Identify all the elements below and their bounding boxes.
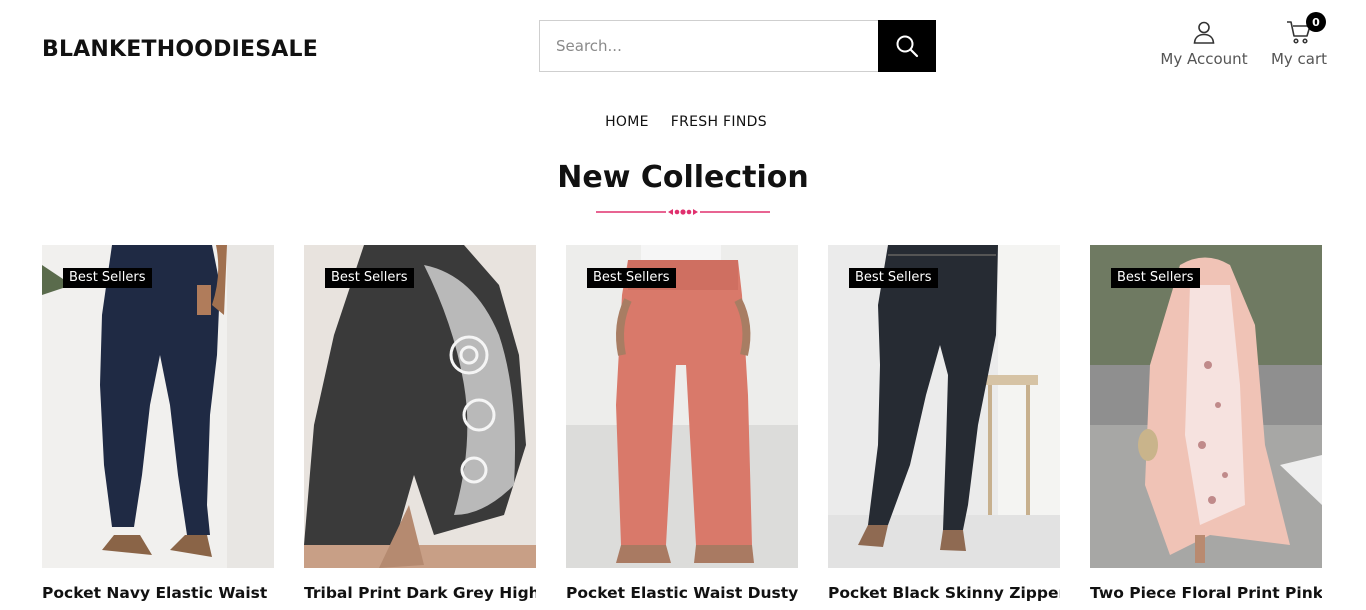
pink-pants-image bbox=[566, 245, 798, 568]
product-title[interactable]: Pocket Black Skinny Zipper Fly bbox=[828, 584, 1060, 602]
product-title[interactable]: Pocket Navy Elastic Waist High bbox=[42, 584, 274, 602]
best-sellers-badge: Best Sellers bbox=[849, 268, 938, 288]
search-input[interactable] bbox=[539, 20, 878, 72]
title-divider bbox=[596, 209, 770, 215]
product-title[interactable]: Tribal Print Dark Grey High bbox=[304, 584, 536, 602]
product-image[interactable]: Best Sellers bbox=[566, 245, 798, 568]
floral-dress-image bbox=[1090, 245, 1322, 568]
tribal-shorts-image bbox=[304, 245, 536, 568]
product-image[interactable]: Best Sellers bbox=[42, 245, 274, 568]
product-card[interactable]: Best Sellers Tribal Print Dark Grey High bbox=[304, 245, 536, 602]
navy-pants-image bbox=[42, 245, 274, 568]
best-sellers-badge: Best Sellers bbox=[325, 268, 414, 288]
main-navigation: HOME FRESH FINDS bbox=[0, 114, 1366, 130]
nav-item-fresh-finds[interactable]: FRESH FINDS bbox=[671, 114, 767, 130]
product-grid: Best Sellers Pocket Navy Elastic Waist H… bbox=[42, 245, 1322, 602]
product-card[interactable]: Best Sellers Pocket Black Skinny Zipper … bbox=[828, 245, 1060, 602]
nav-item-home[interactable]: HOME bbox=[605, 114, 649, 130]
black-jeans-image bbox=[828, 245, 1060, 568]
product-card[interactable]: Best Sellers Pocket Elastic Waist Dusty … bbox=[566, 245, 798, 602]
product-image[interactable]: Best Sellers bbox=[304, 245, 536, 568]
product-image[interactable]: Best Sellers bbox=[1090, 245, 1322, 568]
best-sellers-badge: Best Sellers bbox=[587, 268, 676, 288]
section-title: New Collection bbox=[557, 160, 809, 195]
my-cart-label: My cart bbox=[1270, 50, 1328, 68]
search-bar bbox=[539, 20, 936, 72]
search-button[interactable] bbox=[878, 20, 936, 72]
product-image[interactable]: Best Sellers bbox=[828, 245, 1060, 568]
product-title[interactable]: Pocket Elastic Waist Dusty Pink bbox=[566, 584, 798, 602]
product-title[interactable]: Two Piece Floral Print Pink bbox=[1090, 584, 1322, 602]
cart-count-badge: 0 bbox=[1306, 12, 1326, 32]
my-cart-link[interactable]: 0 My cart bbox=[1270, 12, 1328, 68]
user-icon bbox=[1193, 21, 1215, 44]
product-card[interactable]: Best Sellers Pocket Navy Elastic Waist H… bbox=[42, 245, 274, 602]
best-sellers-badge: Best Sellers bbox=[63, 268, 152, 288]
my-account-label: My Account bbox=[1160, 50, 1248, 68]
product-card[interactable]: Best Sellers Two Piece Floral Print Pink bbox=[1090, 245, 1322, 602]
site-logo[interactable]: BLANKETHOODIESALE bbox=[42, 37, 318, 62]
my-account-link[interactable]: My Account bbox=[1160, 20, 1248, 68]
search-icon bbox=[896, 35, 919, 58]
best-sellers-badge: Best Sellers bbox=[1111, 268, 1200, 288]
